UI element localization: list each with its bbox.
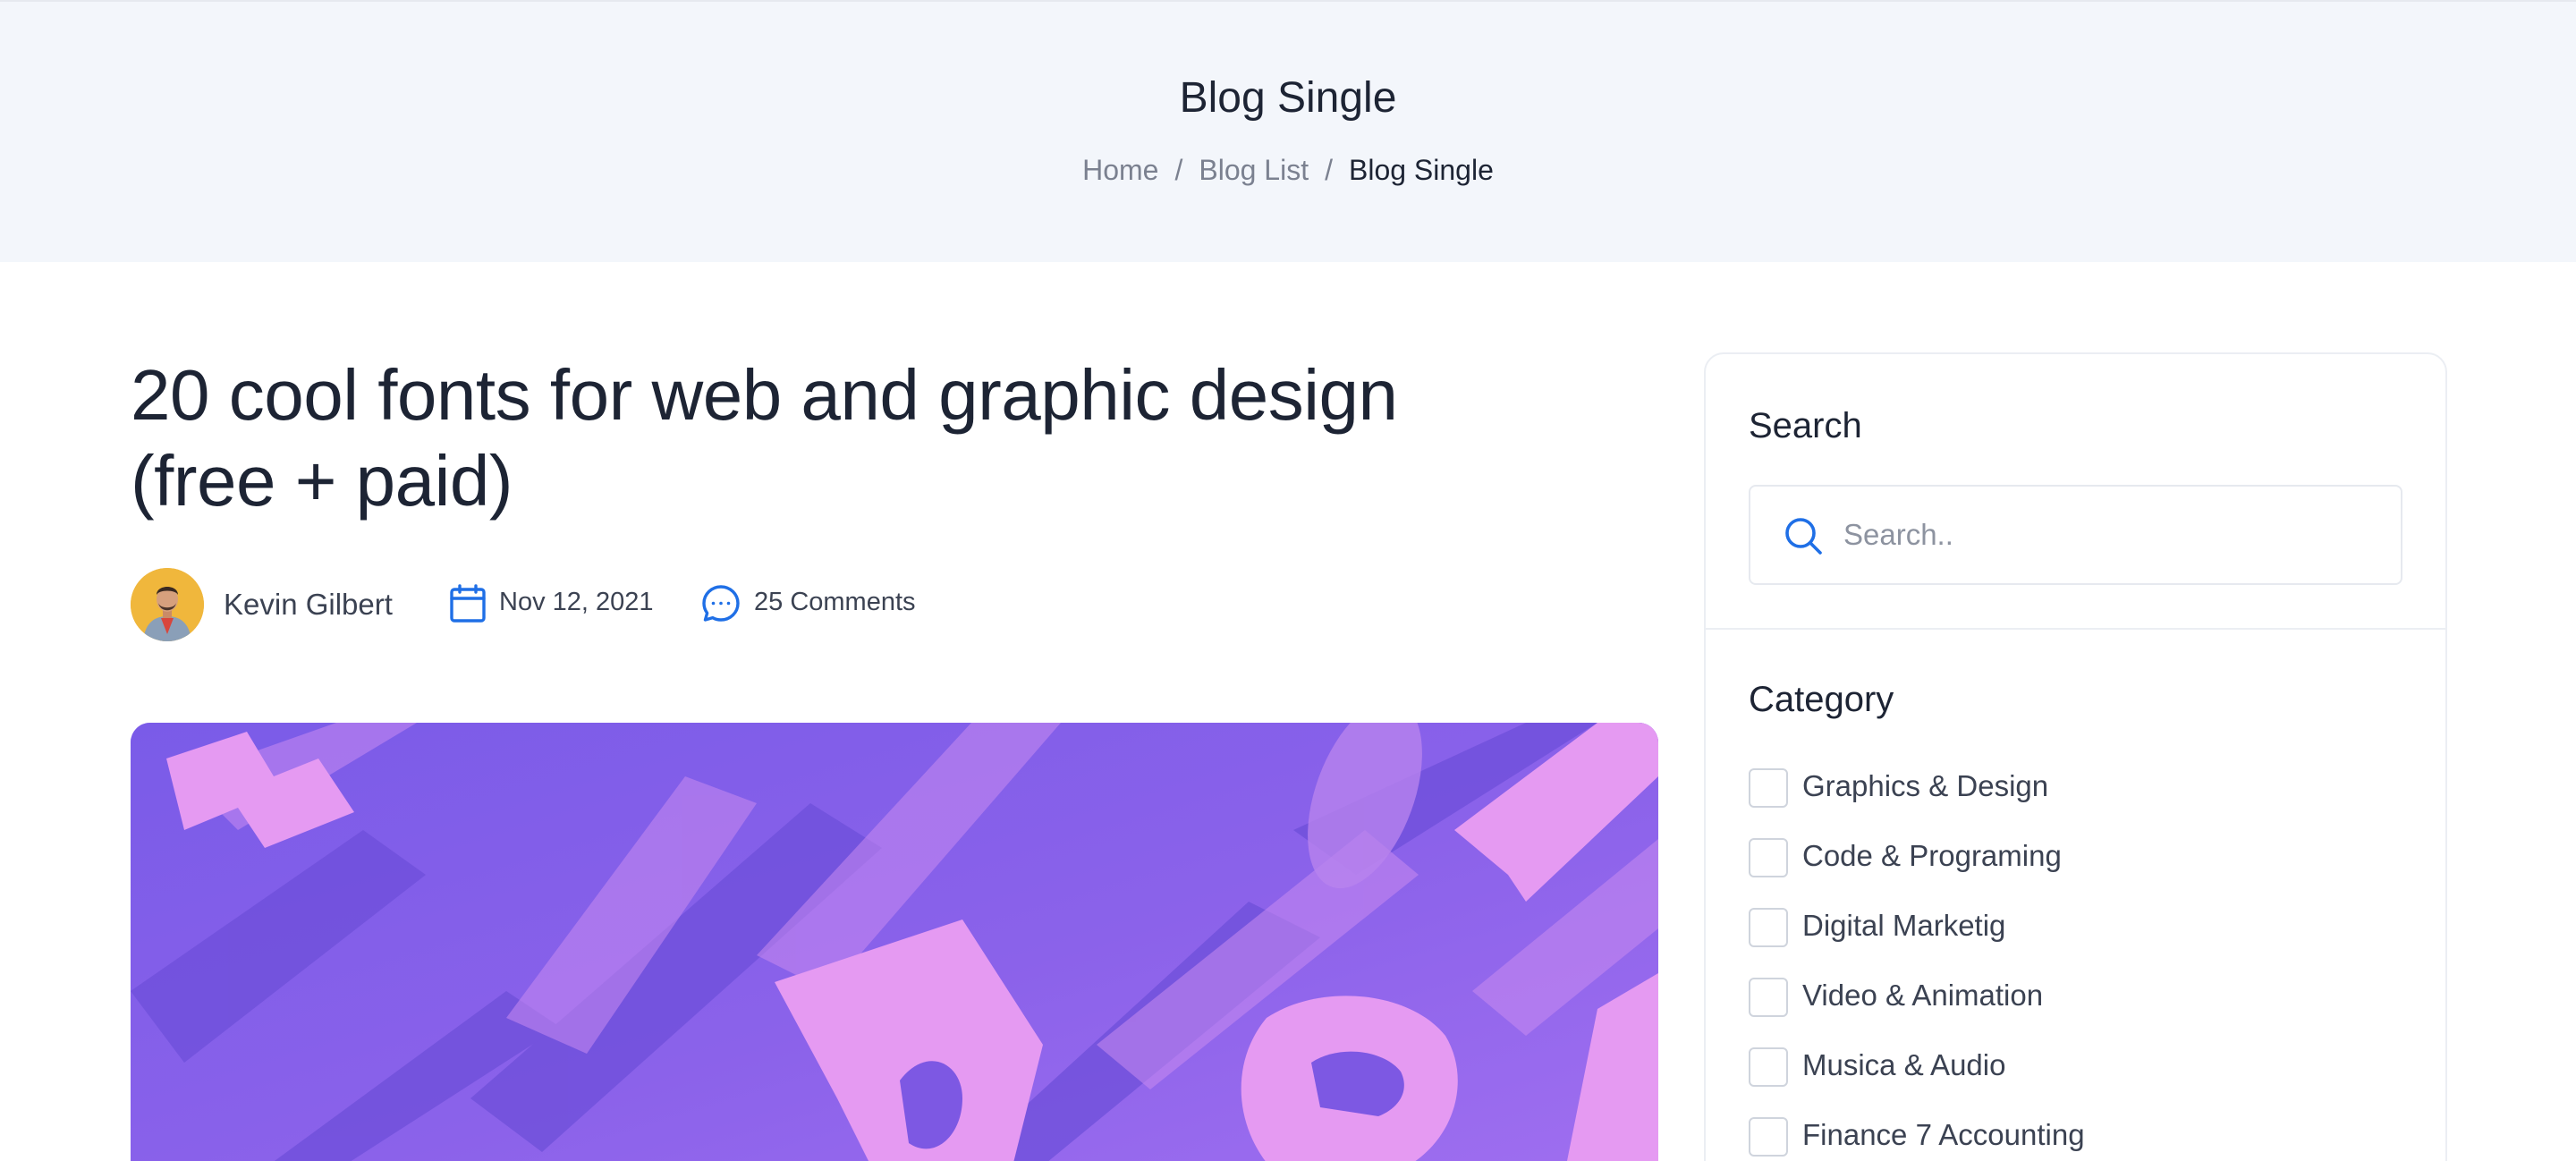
category-label[interactable]: Finance 7 Accounting: [1802, 1118, 2085, 1152]
post-meta: Kevin Gilbert Nov 12, 2021 25 Comments: [131, 568, 1025, 641]
category-item[interactable]: Graphics & Design: [1749, 766, 2402, 835]
category-checkbox[interactable]: [1749, 908, 1788, 947]
sidebar: Search Category Graphics & Design Code &…: [1704, 352, 2447, 1161]
category-item[interactable]: Musica & Audio: [1749, 1045, 2402, 1114]
category-item[interactable]: Video & Animation: [1749, 975, 2402, 1045]
page-title: Blog Single: [1179, 74, 1397, 122]
author-avatar[interactable]: [131, 568, 204, 641]
category-checkbox[interactable]: [1749, 978, 1788, 1017]
category-checkbox[interactable]: [1749, 1047, 1788, 1087]
comment-icon: [701, 584, 741, 623]
breadcrumb-separator: /: [1325, 154, 1333, 186]
breadcrumb: Home / Blog List / Blog Single: [0, 154, 2576, 187]
category-item[interactable]: Digital Marketig: [1749, 905, 2402, 975]
post-date: Nov 12, 2021: [499, 588, 654, 616]
search-box[interactable]: [1749, 485, 2402, 585]
breadcrumb-home[interactable]: Home: [1082, 154, 1158, 187]
category-widget-title: Category: [1749, 680, 1894, 719]
post-title: 20 cool fonts for web and graphic design…: [131, 352, 1696, 524]
category-label[interactable]: Musica & Audio: [1802, 1048, 2005, 1082]
post-title-line: (free + paid): [131, 441, 513, 521]
category-checkbox[interactable]: [1749, 1117, 1788, 1157]
featured-image: [131, 723, 1658, 1161]
category-label[interactable]: Code & Programing: [1802, 839, 2062, 873]
divider: [1706, 628, 2445, 630]
category-label[interactable]: Graphics & Design: [1802, 769, 2048, 803]
search-icon[interactable]: [1783, 515, 1824, 556]
breadcrumb-blog-list[interactable]: Blog List: [1199, 154, 1309, 187]
page-header: Blog Single Home / Blog List / Blog Single: [0, 0, 2576, 262]
category-checkbox[interactable]: [1749, 768, 1788, 808]
comments-count[interactable]: 25 Comments: [754, 588, 916, 617]
category-item[interactable]: Code & Programing: [1749, 835, 2402, 905]
breadcrumb-current: Blog Single: [1348, 154, 1494, 186]
search-input[interactable]: [1843, 510, 2380, 560]
calendar-icon: [449, 584, 487, 623]
post-title-line: 20 cool fonts for web and graphic design: [131, 355, 1398, 435]
breadcrumb-separator: /: [1174, 154, 1183, 186]
author-name[interactable]: Kevin Gilbert: [224, 588, 393, 622]
category-list: Graphics & Design Code & Programing Digi…: [1749, 766, 2402, 1161]
category-label[interactable]: Video & Animation: [1802, 979, 2043, 1013]
search-widget-title: Search: [1749, 406, 1862, 445]
category-label[interactable]: Digital Marketig: [1802, 909, 2005, 943]
category-checkbox[interactable]: [1749, 838, 1788, 877]
category-item[interactable]: Finance 7 Accounting: [1749, 1114, 2402, 1161]
